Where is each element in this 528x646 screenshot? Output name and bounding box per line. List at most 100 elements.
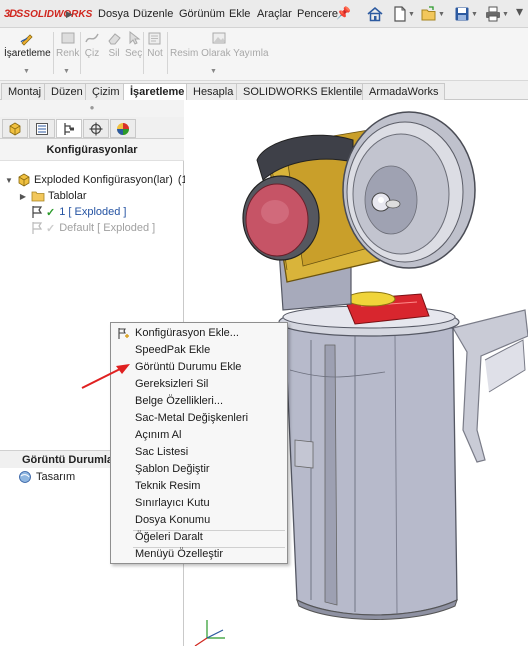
display-state-item[interactable]: Tasarım xyxy=(18,469,75,485)
menu-item-sheet-metal-variables[interactable]: Sac-Metal Değişkenleri xyxy=(111,410,287,427)
publish-dropdown-icon[interactable]: ▼ xyxy=(210,68,217,75)
publish-image-button-label: Resim Olarak Yayımla xyxy=(170,48,269,59)
select-button[interactable]: Seç xyxy=(125,30,142,59)
command-manager: İşaretleme ▼ Renk ▼ Çiz Sil Seç Not Resi… xyxy=(0,28,528,81)
tree-item-tables[interactable]: ▶ Tablolar xyxy=(18,188,87,204)
note-button[interactable]: Not xyxy=(147,30,163,59)
draw-button[interactable]: Çiz xyxy=(84,30,100,59)
menu-item-add-display-state[interactable]: Görüntü Durumu Ekle xyxy=(111,359,287,376)
expand-icon[interactable]: ▶ xyxy=(18,192,28,201)
menu-item-delete-unused[interactable]: Gereksizleri Sil xyxy=(111,376,287,393)
tree-item-label: 1 [ Exploded ] xyxy=(59,206,127,218)
note-icon xyxy=(148,32,161,45)
property-manager-tab[interactable] xyxy=(29,119,55,138)
more-icon[interactable]: ▾ xyxy=(516,3,523,20)
separator xyxy=(143,32,144,74)
tables-folder-icon xyxy=(31,191,45,202)
eraser-icon xyxy=(108,33,121,45)
separator xyxy=(80,32,81,74)
color-dropdown-icon[interactable]: ▼ xyxy=(63,68,70,75)
menu-item-customize-menu[interactable]: Menüyü Özelleştir xyxy=(111,546,287,563)
menu-item-bounding-box[interactable]: Sınırlayıcı Kutu xyxy=(111,495,287,512)
select-button-label: Seç xyxy=(125,48,143,59)
brand-name: SOLIDWORKS xyxy=(23,8,93,20)
menu-view[interactable]: Görünüm xyxy=(179,8,225,20)
print-icon[interactable] xyxy=(484,5,502,23)
publish-image-button[interactable]: Resim Olarak Yayımla xyxy=(170,30,269,59)
draw-icon xyxy=(85,33,99,43)
tab-layout[interactable]: Düzen xyxy=(44,83,90,100)
separator xyxy=(167,32,168,74)
draw-button-label: Çiz xyxy=(84,48,100,59)
menu-item-collapse-items[interactable]: Öğeleri Daralt xyxy=(111,529,287,546)
panel-grip[interactable]: ● xyxy=(0,100,184,117)
markup-pen-icon xyxy=(20,34,33,46)
tree-item-config-active[interactable]: ✓ 1 [ Exploded ] xyxy=(28,204,127,220)
crosshair-icon xyxy=(89,122,103,135)
menu-item-flatten[interactable]: Açınım Al xyxy=(111,427,287,444)
inactive-check-icon: ✓ xyxy=(46,222,56,235)
tab-evaluate[interactable]: Hesapla xyxy=(186,83,241,100)
annotation-arrow xyxy=(81,364,130,389)
active-check-icon: ✓ xyxy=(46,206,56,219)
open-folder-icon[interactable] xyxy=(420,5,438,23)
menu-item-document-properties[interactable]: Belge Özellikleri... xyxy=(111,393,287,410)
add-configuration-icon xyxy=(118,328,129,339)
markup-button[interactable]: İşaretleme xyxy=(4,30,51,59)
dimxpert-tab[interactable] xyxy=(83,119,109,138)
tab-markup[interactable]: İşaretleme xyxy=(123,83,192,101)
menu-file[interactable]: Dosya xyxy=(98,8,129,20)
tab-sketch[interactable]: Çizim xyxy=(85,83,127,100)
solidworks-logo[interactable]: 3DS SOLIDWORKS xyxy=(4,6,92,22)
new-document-icon[interactable] xyxy=(391,5,409,23)
delete-button[interactable]: Sil xyxy=(106,30,122,59)
assembly-icon xyxy=(18,173,30,187)
save-dropdown-icon[interactable]: ▼ xyxy=(471,11,478,18)
menu-expand-icon[interactable]: ▶ xyxy=(66,9,76,19)
menu-window[interactable]: Pencere xyxy=(297,8,338,20)
color-swatch-icon xyxy=(61,32,75,44)
menu-item-change-template[interactable]: Şablon Değiştir xyxy=(111,461,287,478)
command-tabs: Montaj Düzen Çizim İşaretleme Hesapla SO… xyxy=(0,81,528,101)
menu-insert[interactable]: Ekle xyxy=(229,8,250,20)
menu-item-add-configuration[interactable]: Konfigürasyon Ekle... xyxy=(111,325,287,342)
open-dropdown-icon[interactable]: ▼ xyxy=(438,11,445,18)
display-manager-tab[interactable] xyxy=(110,119,136,138)
save-icon[interactable] xyxy=(453,5,471,23)
tree-item-label: Default [ Exploded ] xyxy=(59,222,156,234)
feature-manager-tab[interactable] xyxy=(2,119,28,138)
collapse-icon[interactable]: ▼ xyxy=(4,176,14,185)
title-bar: 3DS SOLIDWORKS ▶ Dosya Düzenle Görünüm E… xyxy=(0,0,528,28)
display-state-icon xyxy=(19,471,31,483)
config-flag-icon xyxy=(32,222,43,234)
new-dropdown-icon[interactable]: ▼ xyxy=(408,11,415,18)
tree-item-config-default[interactable]: ✓ Default [ Exploded ] xyxy=(28,220,155,236)
home-icon[interactable] xyxy=(366,5,384,23)
delete-button-label: Sil xyxy=(108,48,120,59)
select-arrow-icon xyxy=(129,30,141,45)
menu-item-add-speedpak[interactable]: SpeedPak Ekle xyxy=(111,342,287,359)
display-pie-icon xyxy=(117,122,129,135)
print-dropdown-icon[interactable]: ▼ xyxy=(502,11,509,18)
tab-assembly[interactable]: Montaj xyxy=(1,83,49,100)
menu-item-label: Konfigürasyon Ekle... xyxy=(135,327,239,339)
pin-icon[interactable]: 📌 xyxy=(336,6,351,20)
image-icon xyxy=(212,32,226,44)
menu-item-sheet-list[interactable]: Sac Listesi xyxy=(111,444,287,461)
tab-solidworks-addins[interactable]: SOLIDWORKS Eklentileri xyxy=(236,83,376,100)
menu-edit[interactable]: Düzenle xyxy=(133,8,173,20)
menu-item-technical-drawing[interactable]: Teknik Resim xyxy=(111,478,287,495)
tab-armadaworks[interactable]: ArmadaWorks xyxy=(362,83,446,100)
tree-root[interactable]: ▼ Exploded Konfigürasyon(lar) (1) xyxy=(4,172,191,188)
configuration-manager-tab[interactable] xyxy=(56,119,82,138)
color-button-label: Renk xyxy=(56,48,80,59)
config-flag-icon xyxy=(32,206,43,218)
tree-item-label: Tablolar xyxy=(48,190,87,202)
color-button[interactable]: Renk xyxy=(56,30,79,59)
manager-tabs xyxy=(0,117,184,139)
menu-tools[interactable]: Araçlar xyxy=(257,8,292,20)
markup-button-label: İşaretleme xyxy=(4,48,51,59)
menu-item-file-location[interactable]: Dosya Konumu xyxy=(111,512,287,529)
markup-dropdown-icon[interactable]: ▼ xyxy=(23,68,30,75)
configuration-icon xyxy=(64,122,74,135)
